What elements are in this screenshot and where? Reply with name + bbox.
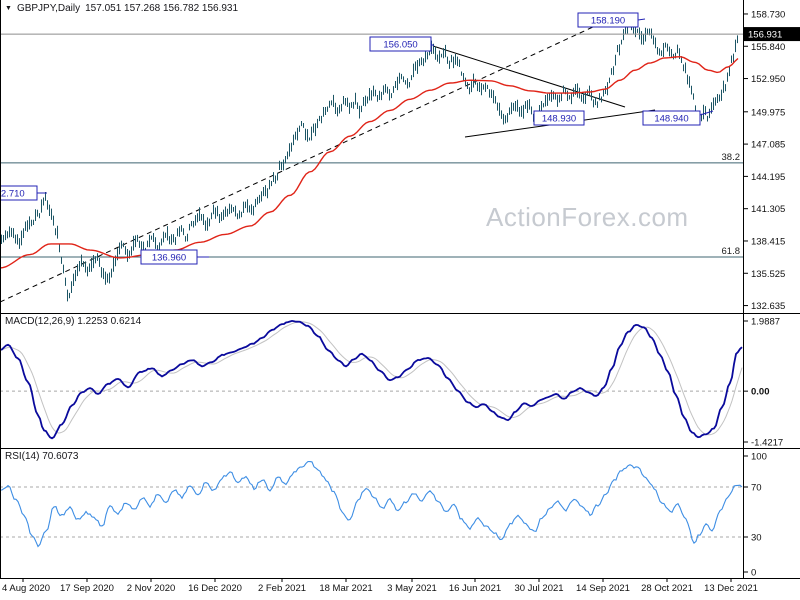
y-axis-label: 158.730 (751, 9, 785, 20)
x-axis-label: 2 Feb 2021 (258, 583, 306, 594)
fib-level-label: 61.8 (722, 246, 741, 257)
macd-line (0, 319, 743, 440)
price-level-label: 158.190 (591, 16, 625, 27)
trading-chart-window: ActionForex.com 38.261.8142.710136.96015… (0, 0, 800, 600)
x-axis-label: 17 Sep 2020 (60, 583, 114, 594)
x-axis-label: 16 Jun 2021 (449, 583, 501, 594)
y-axis-label: 135.525 (751, 269, 785, 280)
x-axis-label: 3 May 2021 (387, 583, 437, 594)
symbol-dropdown-icon[interactable]: ▼ (5, 4, 12, 14)
y-axis-label: -1.4217 (751, 438, 783, 449)
price-level-leader (637, 18, 646, 21)
price-level-label: 136.960 (152, 253, 186, 264)
y-axis-label: 141.305 (751, 204, 785, 215)
x-axis-label: 30 Jul 2021 (514, 583, 563, 594)
y-axis-label: 30 (751, 533, 762, 544)
chart-title-bar: ▼ GBPJPY,Daily 157.051 157.268 156.782 1… (5, 3, 238, 14)
chart-title-ohlc: 157.051 157.268 156.782 156.931 (85, 3, 239, 14)
x-axis-label: 16 Dec 2020 (188, 583, 242, 594)
x-axis-label: 18 Mar 2021 (319, 583, 372, 594)
x-axis-label: 14 Sep 2021 (576, 583, 630, 594)
price-level-label: 148.930 (542, 114, 576, 125)
y-axis-label: 149.975 (751, 107, 785, 118)
y-axis-label: 1.9887 (751, 317, 780, 328)
rsi-line (0, 460, 743, 548)
macd-panel-title: MACD(12,26,9) 1.2253 0.6214 (5, 316, 141, 327)
price-level-label: 142.710 (0, 189, 25, 200)
price-level-label: 156.050 (383, 40, 417, 51)
trendline (432, 45, 626, 108)
y-axis-label: 0.00 (751, 387, 770, 398)
fib-level-label: 38.2 (722, 152, 741, 163)
y-axis-label: 100 (751, 452, 767, 463)
chart-canvas[interactable]: 38.2 61.8 142.710 136.960 156.050 158.190 148.… (0, 0, 800, 600)
rsi-panel-title: RSI(14) 70.6073 (5, 451, 78, 462)
price-level-label: 148.940 (654, 114, 688, 125)
chart-title-symbol: GBPJPY,Daily (16, 3, 81, 14)
rsi-value: 70.6073 (42, 451, 79, 462)
y-axis-label: 155.840 (751, 42, 785, 53)
x-axis-label: 13 Dec 2021 (704, 583, 758, 594)
rsi-label: RSI(14) (5, 451, 40, 462)
x-axis-label: 2 Nov 2020 (127, 583, 176, 594)
y-axis-label: 70 (751, 483, 762, 494)
y-axis-label: 152.950 (751, 74, 785, 85)
y-axis-label: 0 (751, 568, 756, 579)
current-price-label: 156.931 (748, 30, 782, 41)
y-axis-label: 132.635 (751, 301, 785, 312)
y-axis-label: 147.085 (751, 140, 785, 151)
x-axis-label: 4 Aug 2020 (2, 583, 50, 594)
y-axis-label: 144.195 (751, 172, 785, 183)
macd-label: MACD(12,26,9) (5, 316, 75, 327)
macd-values: 1.2253 0.6214 (77, 316, 142, 327)
macd-signal-line (0, 321, 743, 436)
x-axis-label: 28 Oct 2021 (641, 583, 693, 594)
y-axis-label: 138.415 (751, 236, 785, 247)
